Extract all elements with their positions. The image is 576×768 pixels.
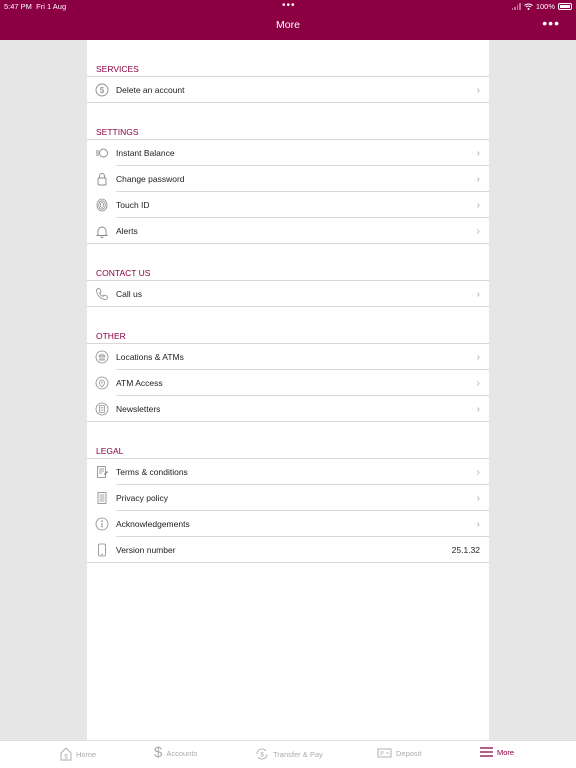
section-title-settings: SETTINGS <box>96 127 139 137</box>
menu-icon <box>480 747 493 757</box>
row-newsletters[interactable]: Newsletters › <box>87 396 489 422</box>
tab-bar: $ Home $ Accounts $ Transfer & Pay Depos… <box>0 740 576 768</box>
divider <box>87 562 489 563</box>
row-label: Acknowledgements <box>116 519 190 529</box>
tab-home[interactable]: $ Home <box>60 747 96 761</box>
svg-text:$: $ <box>100 86 105 95</box>
chevron-right-icon: › <box>476 466 480 478</box>
document-pen-icon <box>95 465 109 479</box>
row-label: Change password <box>116 174 185 184</box>
battery-percent: 100% <box>535 2 555 11</box>
bank-icon <box>95 350 109 364</box>
signal-icon <box>511 3 521 10</box>
row-locations-atms[interactable]: Locations & ATMs › <box>87 344 489 370</box>
tab-accounts-label: Accounts <box>166 748 198 758</box>
section-title-contact: CONTACT US <box>96 268 151 278</box>
row-label: Privacy policy <box>116 493 168 503</box>
row-touch-id[interactable]: Touch ID › <box>87 192 489 218</box>
status-time: 5:47 PM Fri 1 Aug <box>4 2 66 11</box>
status-right: 100% <box>511 2 572 11</box>
row-label: Newsletters <box>116 404 161 414</box>
location-pin-icon <box>95 376 109 390</box>
tab-more[interactable]: More <box>480 747 514 757</box>
divider <box>87 421 489 422</box>
row-label: Delete an account <box>116 85 185 95</box>
row-atm-access[interactable]: ATM Access › <box>87 370 489 396</box>
bell-icon <box>95 224 109 238</box>
tab-home-label: Home <box>76 749 97 759</box>
chevron-right-icon: › <box>476 173 480 185</box>
more-options-button[interactable]: ••• <box>542 15 560 31</box>
row-delete-account[interactable]: $ Delete an account › <box>87 77 489 103</box>
instant-balance-icon <box>95 146 109 160</box>
chevron-right-icon: › <box>476 403 480 415</box>
status-time-text: 5:47 PM <box>4 2 32 11</box>
page-title: More <box>276 19 300 31</box>
chevron-right-icon: › <box>476 492 480 504</box>
row-label: Terms & conditions <box>116 467 188 477</box>
dollar-circle-icon: $ <box>95 83 109 97</box>
version-value: 25.1.32 <box>451 545 480 555</box>
status-date-text: Fri 1 Aug <box>36 2 67 11</box>
row-version-number: Version number 25.1.32 <box>87 537 489 563</box>
row-label: Version number <box>116 545 176 555</box>
transfer-icon: $ <box>256 748 268 760</box>
chevron-right-icon: › <box>476 225 480 237</box>
row-terms-conditions[interactable]: Terms & conditions › <box>87 459 489 485</box>
row-label: Touch ID <box>116 200 150 210</box>
phone-device-icon <box>95 543 109 557</box>
fingerprint-icon <box>95 198 109 212</box>
divider <box>87 102 489 103</box>
row-label: Locations & ATMs <box>116 352 184 362</box>
row-label: Call us <box>116 289 142 299</box>
settings-panel: SERVICES $ Delete an account › SETTINGS … <box>87 40 489 740</box>
document-icon <box>95 491 109 505</box>
row-privacy-policy[interactable]: Privacy policy › <box>87 485 489 511</box>
row-label: Instant Balance <box>116 148 175 158</box>
chevron-right-icon: › <box>476 518 480 530</box>
divider <box>87 306 489 307</box>
tab-deposit-label: Deposit <box>396 748 422 758</box>
chevron-right-icon: › <box>476 351 480 363</box>
top-bar: 5:47 PM Fri 1 Aug ••• 100% More ••• <box>0 0 576 40</box>
chevron-right-icon: › <box>476 147 480 159</box>
row-change-password[interactable]: Change password › <box>87 166 489 192</box>
chevron-right-icon: › <box>476 377 480 389</box>
multitask-dots[interactable]: ••• <box>282 0 296 11</box>
svg-text:$: $ <box>260 752 264 759</box>
row-acknowledgements[interactable]: Acknowledgements › <box>87 511 489 537</box>
chevron-right-icon: › <box>476 84 480 96</box>
section-title-other: OTHER <box>96 331 126 341</box>
phone-icon <box>95 287 109 301</box>
lock-icon <box>95 172 109 186</box>
row-instant-balance[interactable]: Instant Balance › <box>87 140 489 166</box>
wifi-icon <box>523 3 533 10</box>
tab-deposit[interactable]: Deposit <box>377 747 421 759</box>
row-label: Alerts <box>116 226 138 236</box>
tab-more-label: More <box>497 747 515 757</box>
chevron-right-icon: › <box>476 199 480 211</box>
home-dollar-icon: $ <box>60 747 72 761</box>
tab-accounts[interactable]: $ Accounts <box>154 744 198 761</box>
row-alerts[interactable]: Alerts › <box>87 218 489 244</box>
row-label: ATM Access <box>116 378 163 388</box>
section-title-legal: LEGAL <box>96 446 124 456</box>
info-icon <box>95 517 109 531</box>
dollar-icon: $ <box>154 744 163 761</box>
tab-transfer-label: Transfer & Pay <box>273 749 323 759</box>
chevron-right-icon: › <box>476 288 480 300</box>
section-title-services: SERVICES <box>96 64 139 74</box>
check-deposit-icon <box>377 748 392 758</box>
tab-transfer-pay[interactable]: $ Transfer & Pay <box>255 747 323 761</box>
battery-icon <box>558 3 572 10</box>
newsletter-icon <box>95 402 109 416</box>
row-call-us[interactable]: Call us › <box>87 281 489 307</box>
divider <box>87 243 489 244</box>
